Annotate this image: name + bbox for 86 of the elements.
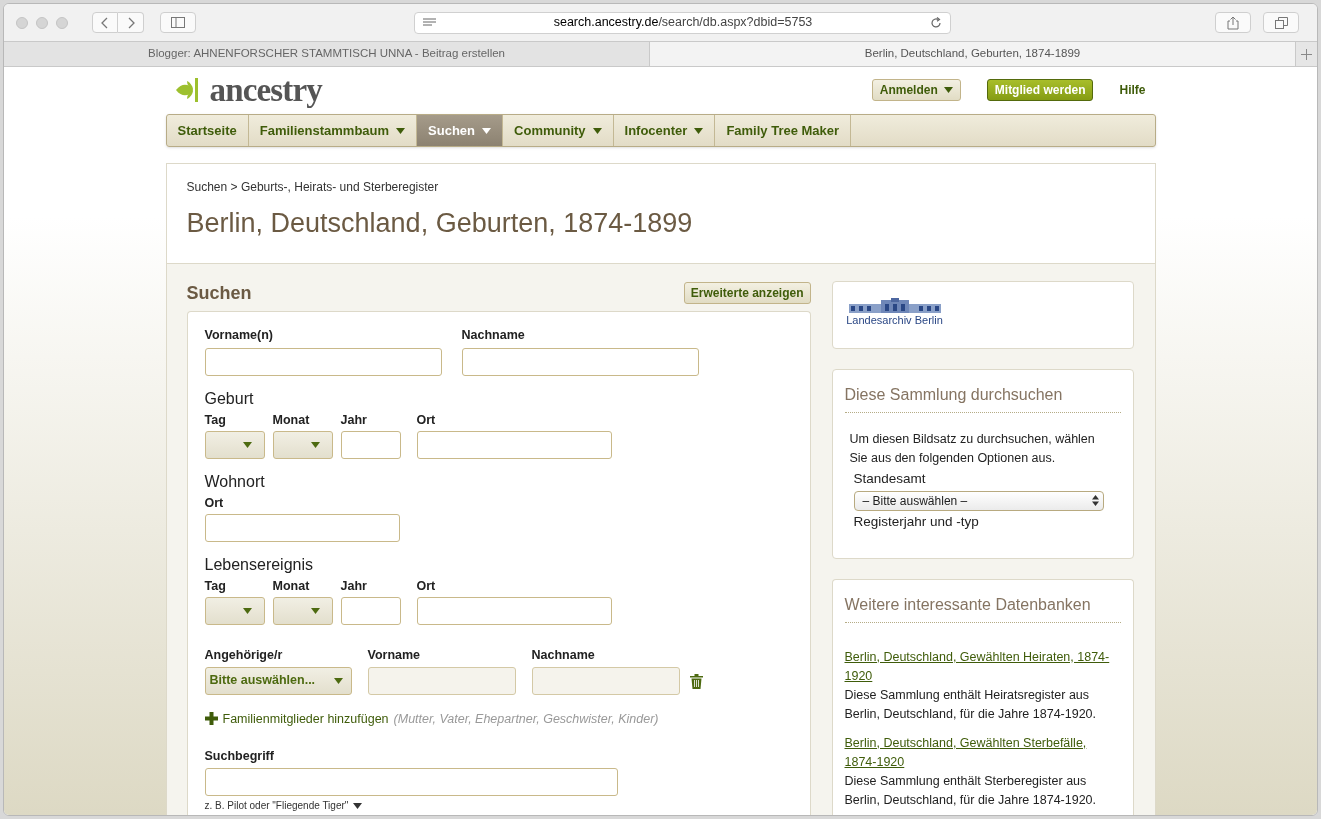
stepper-arrows-icon (1091, 495, 1099, 506)
minimize-window-icon[interactable] (36, 16, 48, 29)
field-label: Suchbegriff (204, 748, 275, 765)
field-label: Vorname(n) (204, 326, 275, 343)
office-dropdown[interactable]: – Bitte auswählen – (853, 490, 1104, 511)
tabs-icon (1274, 16, 1288, 29)
input-field[interactable] (204, 513, 400, 542)
help-link[interactable]: Hilfe (1119, 81, 1146, 99)
relation-dropdown[interactable]: Bitte auswählen... (204, 666, 352, 695)
group-heading: Wohnort (204, 471, 266, 492)
trash-icon[interactable] (689, 673, 703, 689)
field-label: Ort (204, 494, 225, 511)
field-label: Nachname (461, 326, 526, 343)
caret-icon (310, 607, 320, 614)
share-icon (1227, 15, 1239, 30)
zoom-window-icon[interactable] (56, 16, 68, 29)
sidebar-icon (171, 17, 185, 28)
caret-icon (242, 607, 252, 614)
back-button[interactable] (92, 12, 118, 33)
sidebar-button[interactable] (160, 12, 196, 33)
input-field[interactable] (461, 347, 699, 376)
field-label: Ort (416, 577, 437, 594)
card-title: Weitere interessante Datenbanken (844, 592, 1121, 623)
building-icon (846, 297, 943, 314)
field-label: Registerjahr und -typ (853, 512, 980, 531)
dropdown[interactable] (272, 596, 333, 625)
dropdown[interactable] (204, 596, 265, 625)
field-label: Jahr (340, 411, 368, 428)
advanced-search-button[interactable]: Erweiterte anzeigen (683, 282, 811, 304)
input-field[interactable] (416, 596, 612, 625)
input-field[interactable] (340, 430, 401, 459)
input-field[interactable] (340, 596, 401, 625)
add-family-link[interactable]: Familienmitglieder hinzufügen (222, 709, 389, 729)
field-label: Nachname (531, 646, 596, 663)
archive-logo-text: Landesarchiv Berlin (846, 313, 943, 326)
plus-icon (1301, 48, 1312, 60)
reload-icon[interactable] (930, 16, 942, 29)
nav-tab[interactable]: Startseite (166, 115, 249, 146)
description-text: Diese Sammlung enthält Heiratsregister aus Berlin, Deutschland, für die Jahre 1874-1920. (844, 686, 1098, 723)
input-field[interactable] (204, 768, 618, 797)
forward-button[interactable] (118, 12, 144, 33)
group-heading: Geburt (204, 388, 255, 409)
field-label: Tag (204, 411, 227, 428)
field-label: Jahr (340, 577, 368, 594)
close-window-icon[interactable] (16, 16, 28, 29)
share-button[interactable] (1215, 12, 1251, 33)
login-button[interactable]: Anmelden (871, 79, 961, 101)
browser-tab[interactable]: Berlin, Deutschland, Geburten, 1874-1899 (649, 42, 1295, 66)
input-field[interactable] (416, 430, 612, 459)
breadcrumb: Suchen > Geburts-, Heirats- und Sterberegister (186, 179, 440, 196)
input-field[interactable] (204, 347, 442, 376)
back-icon (101, 16, 109, 29)
nav-tab[interactable]: Infocenter (613, 115, 716, 146)
database-link[interactable]: Berlin, Deutschland, Gewählten Heiraten, 1874-1920 (844, 647, 1121, 686)
dropdown[interactable] (204, 430, 265, 459)
page-title: Berlin, Deutschland, Geburten, 1874-1899 (186, 207, 694, 240)
caret-icon (353, 803, 363, 810)
caret-icon (943, 87, 953, 93)
field-label: Ort (416, 411, 437, 428)
caret-icon (333, 677, 343, 684)
field-label: Monat (272, 411, 311, 428)
hint-text: (Mutter, Vater, Ehepartner, Geschwister, Kinder) (393, 710, 659, 728)
card-title: Diese Sammlung durchsuchen (844, 382, 1121, 413)
field-label: Vorname (367, 646, 422, 663)
site-logo[interactable]: ancestry (209, 73, 323, 107)
plus-icon[interactable] (204, 712, 218, 726)
description-text: Diese Sammlung enthält Sterberegister aus Berlin, Deutschland, für die Jahre 1874-1920. (844, 772, 1098, 809)
section-heading: Suchen (186, 281, 252, 305)
nav-tab[interactable]: Community (503, 115, 614, 146)
tabs-overview-button[interactable] (1263, 12, 1299, 33)
field-label: Monat (272, 577, 311, 594)
caret-icon (310, 441, 320, 448)
address-bar[interactable]: search.ancestry.de/search/db.aspx?dbid=5753 (414, 11, 951, 34)
database-link[interactable]: Berlin, Deutschland, Gewählten Sterbefälle, 1874-1920 (844, 733, 1121, 772)
nav-tab[interactable]: Suchen (417, 115, 504, 146)
group-heading: Lebensereignis (204, 554, 315, 575)
caret-icon (242, 441, 252, 448)
intro-text: Um diesen Bildsatz zu durchsuchen, wählen Sie aus den folgenden Optionen aus. (848, 430, 1096, 467)
dropdown[interactable] (272, 430, 333, 459)
nav-tab[interactable]: Family Tree Maker (715, 115, 852, 146)
hint-text: z. B. Pilot oder "Fliegende Tiger" (204, 800, 349, 813)
field-label: Tag (204, 577, 227, 594)
reader-icon[interactable] (423, 18, 436, 27)
field-label: Angehörige/r (204, 646, 284, 663)
field-label: Standesamt (853, 469, 927, 488)
forward-icon (126, 16, 135, 29)
